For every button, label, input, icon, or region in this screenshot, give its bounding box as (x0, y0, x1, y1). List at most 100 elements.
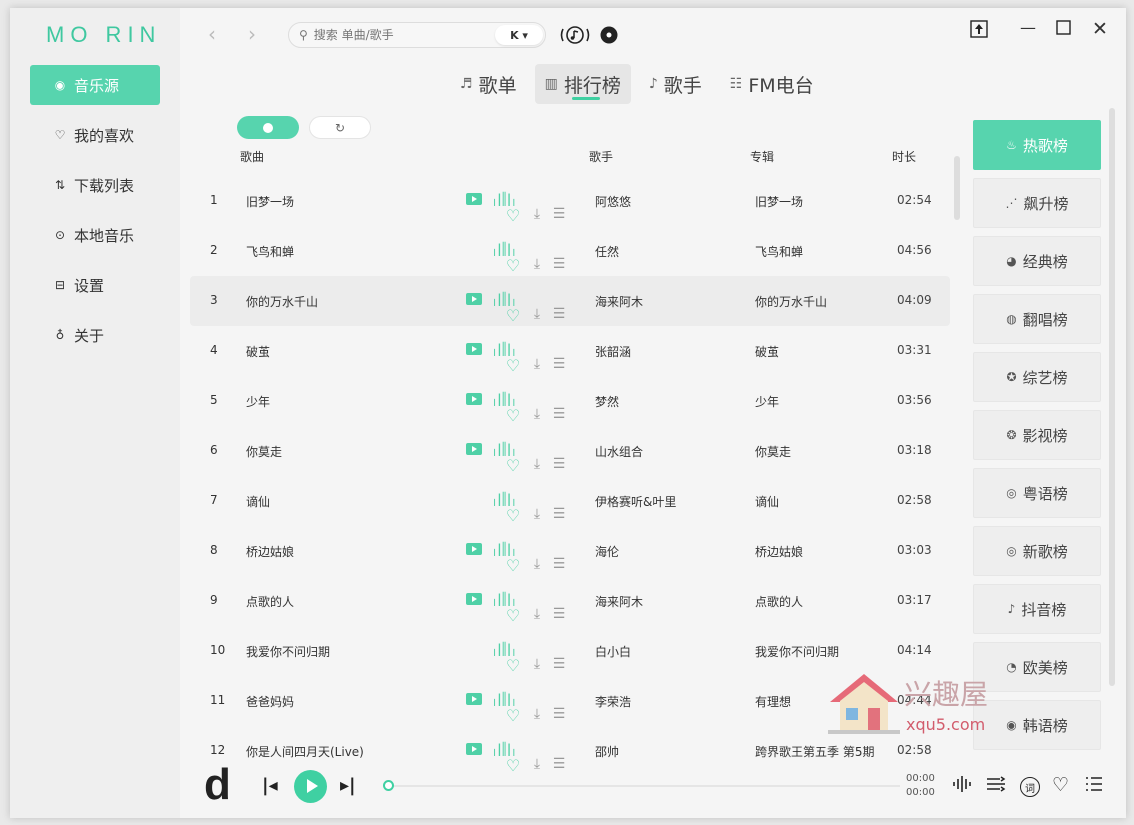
song-artist[interactable]: 海来阿木 (595, 593, 643, 610)
song-artist[interactable]: 梦然 (595, 393, 619, 410)
maximize-button[interactable] (1056, 20, 1071, 39)
table-row[interactable]: 6 你莫走 山水组合 你莫走 03:18 ╷|║|╷ ♡ ⤓ ☰ (190, 426, 950, 476)
song-artist[interactable]: 伊格赛听&叶里 (595, 493, 676, 510)
back-button[interactable]: ‹ (208, 22, 216, 46)
play-button[interactable] (294, 770, 327, 803)
rank-item-1[interactable]: ⋰ 飙升榜 (973, 178, 1101, 228)
song-artist[interactable]: 白小白 (595, 643, 631, 660)
rank-item-7[interactable]: ◎ 新歌榜 (973, 526, 1101, 576)
rank-item-5[interactable]: ❂ 影视榜 (973, 410, 1101, 460)
song-title[interactable]: 飞鸟和蝉 (246, 243, 294, 260)
lyric-button[interactable]: 词 (1020, 777, 1040, 797)
rank-item-8[interactable]: ♪ 抖音榜 (973, 584, 1101, 634)
listen-identify-button[interactable] (558, 24, 592, 50)
rank-item-4[interactable]: ✪ 综艺榜 (973, 352, 1101, 402)
minimize-button[interactable]: — (1020, 18, 1036, 37)
sidebar-item-1[interactable]: ♡ 我的喜欢 (30, 115, 160, 155)
rank-item-9[interactable]: ◔ 欧美榜 (973, 642, 1101, 692)
song-artist[interactable]: 海来阿木 (595, 293, 643, 310)
song-album[interactable]: 破茧 (755, 343, 779, 360)
rank-item-2[interactable]: ◕ 经典榜 (973, 236, 1101, 286)
song-artist[interactable]: 张韶涵 (595, 343, 631, 360)
mv-button[interactable] (465, 339, 483, 359)
song-artist[interactable]: 李荣浩 (595, 693, 631, 710)
song-title[interactable]: 桥边姑娘 (246, 543, 294, 560)
song-title[interactable]: 爸爸妈妈 (246, 693, 294, 710)
tab-3[interactable]: ☷ FM电台 (720, 64, 824, 104)
song-title[interactable]: 你的万水千山 (246, 293, 318, 310)
song-album[interactable]: 点歌的人 (755, 593, 803, 610)
song-title[interactable]: 我爱你不问归期 (246, 643, 330, 660)
song-album[interactable]: 旧梦一场 (755, 193, 803, 210)
play-mode-button[interactable] (986, 775, 1006, 798)
rank-item-3[interactable]: ◍ 翻唱榜 (973, 294, 1101, 344)
table-row[interactable]: 7 谪仙 伊格赛听&叶里 谪仙 02:58 ╷|║|╷ ♡ ⤓ ☰ (190, 476, 950, 526)
table-row[interactable]: 10 我爱你不问归期 白小白 我爱你不问归期 04:14 ╷|║|╷ ♡ ⤓ ☰ (190, 626, 950, 676)
progress-bar[interactable] (384, 785, 900, 787)
song-artist[interactable]: 邵帅 (595, 743, 619, 760)
sidebar-item-4[interactable]: ⊟ 设置 (30, 265, 160, 305)
song-title[interactable]: 谪仙 (246, 493, 270, 510)
song-album[interactable]: 你的万水千山 (755, 293, 827, 310)
playlist-button[interactable] (1085, 775, 1103, 798)
table-row[interactable]: 3 你的万水千山 海来阿木 你的万水千山 04:09 ╷|║|╷ ♡ ⤓ ☰ (190, 276, 950, 326)
song-album[interactable]: 少年 (755, 393, 779, 410)
tab-0[interactable]: ♬ 歌单 (450, 64, 527, 104)
song-title[interactable]: 旧梦一场 (246, 193, 294, 210)
rank-item-10[interactable]: ◉ 韩语榜 (973, 700, 1101, 750)
song-album[interactable]: 飞鸟和蝉 (755, 243, 803, 260)
song-album[interactable]: 你莫走 (755, 443, 791, 460)
song-album[interactable]: 桥边姑娘 (755, 543, 803, 560)
disc-button[interactable] (600, 26, 618, 48)
song-title[interactable]: 你是人间四月天(Live) (246, 743, 364, 760)
like-button[interactable]: ♡ (1052, 774, 1069, 796)
song-album[interactable]: 跨界歌王第五季 第5期 (755, 743, 874, 760)
progress-handle[interactable] (383, 780, 394, 791)
song-list-scrollbar[interactable] (954, 156, 960, 220)
mv-button[interactable] (465, 439, 483, 459)
mv-button[interactable] (465, 539, 483, 559)
sound-effect-button[interactable] (952, 775, 972, 798)
table-row[interactable]: 5 少年 梦然 少年 03:56 ╷|║|╷ ♡ ⤓ ☰ (190, 376, 950, 426)
refresh-button[interactable]: ↻ (309, 116, 371, 139)
table-row[interactable]: 9 点歌的人 海来阿木 点歌的人 03:17 ╷|║|╷ ♡ ⤓ ☰ (190, 576, 950, 626)
song-artist[interactable]: 海伦 (595, 543, 619, 560)
song-artist[interactable]: 山水组合 (595, 443, 643, 460)
rank-list-scrollbar[interactable] (1109, 108, 1115, 686)
mv-button[interactable] (465, 739, 483, 759)
sidebar-item-5[interactable]: ♁ 关于 (30, 315, 160, 355)
mv-button[interactable] (465, 289, 483, 309)
mv-button[interactable] (465, 589, 483, 609)
table-row[interactable]: 11 爸爸妈妈 李荣浩 有理想 04:44 ╷|║|╷ ♡ ⤓ ☰ (190, 676, 950, 726)
song-album[interactable]: 有理想 (755, 693, 791, 710)
mv-button[interactable] (465, 389, 483, 409)
rank-item-6[interactable]: ◎ 粤语榜 (973, 468, 1101, 518)
forward-button[interactable]: › (248, 22, 256, 46)
song-title[interactable]: 破茧 (246, 343, 270, 360)
song-title[interactable]: 你莫走 (246, 443, 282, 460)
song-title[interactable]: 少年 (246, 393, 270, 410)
table-row[interactable]: 2 飞鸟和蝉 任然 飞鸟和蝉 04:56 ╷|║|╷ ♡ ⤓ ☰ (190, 226, 950, 276)
next-button[interactable]: ▸| (340, 775, 356, 796)
table-row[interactable]: 8 桥边姑娘 海伦 桥边姑娘 03:03 ╷|║|╷ ♡ ⤓ ☰ (190, 526, 950, 576)
table-row[interactable]: 4 破茧 张韶涵 破茧 03:31 ╷|║|╷ ♡ ⤓ ☰ (190, 326, 950, 376)
tab-1[interactable]: ▥ 排行榜 (534, 64, 631, 104)
search-input[interactable] (313, 28, 484, 42)
close-button[interactable]: ✕ (1092, 18, 1108, 40)
song-album[interactable]: 谪仙 (755, 493, 779, 510)
sidebar-item-2[interactable]: ⇅ 下载列表 (30, 165, 160, 205)
song-artist[interactable]: 任然 (595, 243, 619, 260)
mv-button[interactable] (465, 189, 483, 209)
source-selector[interactable]: K ▾ (495, 25, 543, 45)
pin-button[interactable] (970, 20, 988, 42)
play-all-button[interactable] (237, 116, 299, 139)
sidebar-item-3[interactable]: ⊙ 本地音乐 (30, 215, 160, 255)
sidebar-item-0[interactable]: ◉ 音乐源 (30, 65, 160, 105)
song-album[interactable]: 我爱你不问归期 (755, 643, 839, 660)
tab-2[interactable]: ♪ 歌手 (639, 64, 712, 104)
table-row[interactable]: 1 旧梦一场 阿悠悠 旧梦一场 02:54 ╷|║|╷ ♡ ⤓ ☰ (190, 176, 950, 226)
previous-button[interactable]: |◂ (262, 775, 278, 796)
mv-button[interactable] (465, 689, 483, 709)
rank-item-0[interactable]: ♨ 热歌榜 (973, 120, 1101, 170)
song-artist[interactable]: 阿悠悠 (595, 193, 631, 210)
